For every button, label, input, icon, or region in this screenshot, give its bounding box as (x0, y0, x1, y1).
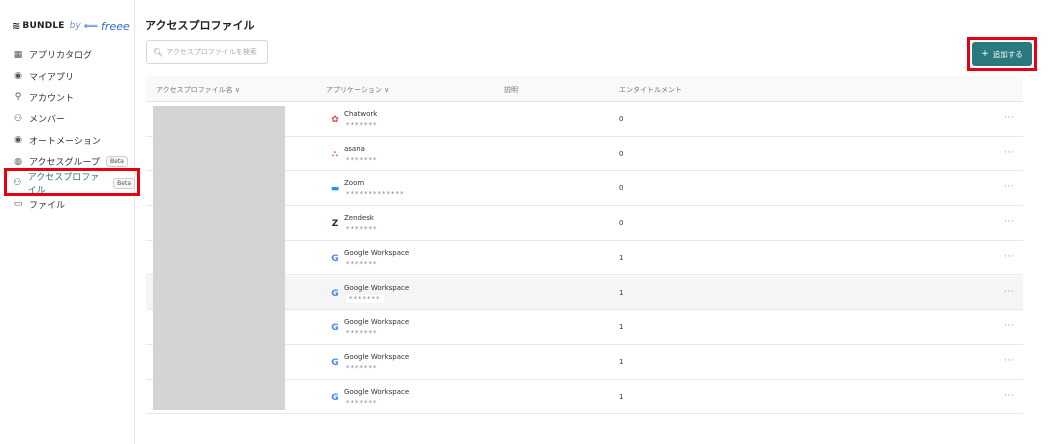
redacted-profile-names (153, 106, 285, 410)
more-options-icon[interactable]: ··· (1004, 321, 1014, 331)
app-name: asana (344, 144, 365, 153)
logo-by-text: by (69, 21, 81, 31)
app-account: ************* (346, 190, 405, 199)
plug-icon: ⚲ (14, 92, 22, 103)
bundle-logo[interactable]: ≋ BUNDLE by ⟸ freee (12, 19, 130, 33)
sidebar-item-access-profile[interactable]: ⚇ アクセスプロファイル Beta (0, 172, 135, 197)
page-title: アクセスプロファイル (145, 19, 255, 32)
freee-logo-icon: ⟸ (83, 20, 99, 32)
app-account: ******* (346, 155, 378, 164)
group-icon: ◍ (14, 156, 22, 167)
folder-icon: ▭ (13, 199, 23, 210)
logo-freee-text: freee (101, 19, 130, 33)
sidebar-item-label: メンバー (29, 115, 66, 126)
beta-badge: Beta (106, 156, 128, 168)
app-name: Zoom (344, 179, 365, 188)
entitlement-count: 1 (619, 288, 624, 297)
members-icon: ⚇ (13, 113, 23, 124)
search-input[interactable] (166, 48, 267, 56)
more-options-icon[interactable]: ··· (1004, 148, 1014, 158)
entitlement-count: 1 (619, 253, 624, 262)
sidebar-item-label: オートメーション (29, 136, 101, 147)
google-logo-icon: G (331, 253, 339, 264)
sidebar-item-automation[interactable]: ◉ オートメーション (0, 130, 135, 151)
google-logo-icon: G (331, 357, 339, 368)
search-box[interactable]: 🔍︎ (146, 40, 268, 64)
entitlement-count: 1 (619, 323, 624, 332)
app-name: Google Workspace (344, 352, 410, 361)
sidebar-nav: ▦ アプリカタログ ◉ マイアプリ ⚲ アカウント ⚇ メンバー ◉ オートメー… (0, 44, 135, 215)
add-button[interactable]: + 追加する (972, 42, 1032, 66)
more-options-icon[interactable]: ··· (1004, 287, 1014, 297)
sidebar-item-label: アクセスグループ (29, 158, 101, 169)
sidebar-item-label: アカウント (29, 93, 75, 104)
column-header-description: 説明 (504, 86, 518, 94)
app-name: Google Workspace (344, 248, 410, 257)
add-button-label: 追加する (992, 49, 1023, 59)
entitlement-count: 1 (619, 392, 624, 401)
sidebar: ≋ BUNDLE by ⟸ freee ▦ アプリカタログ ◉ マイアプリ ⚲ … (0, 0, 135, 444)
entitlement-count: 0 (619, 184, 624, 193)
entitlement-count: 1 (619, 357, 624, 366)
google-logo-icon: G (331, 323, 339, 334)
app-account: ******* (346, 398, 378, 407)
zendesk-logo-icon: Z (331, 219, 339, 230)
more-options-icon[interactable]: ··· (1004, 182, 1014, 192)
app-name: Google Workspace (344, 283, 410, 292)
google-logo-icon: G (331, 288, 339, 299)
sidebar-item-my-apps[interactable]: ◉ マイアプリ (0, 65, 135, 86)
my-app-icon: ◉ (14, 71, 22, 82)
app-account: ******* (346, 329, 378, 338)
sidebar-item-files[interactable]: ▭ ファイル (0, 194, 135, 215)
grid-icon: ▦ (13, 49, 23, 60)
app-account: ******* (346, 363, 378, 372)
app-name: Zendesk (344, 214, 374, 223)
profile-icon: ⚇ (13, 178, 22, 189)
entitlement-count: 0 (619, 219, 624, 228)
app-account: ******* (346, 259, 378, 268)
table-header: アクセスプロファイル名 ∨ アプリケーション ∨ 説明 エンタイトルメント (146, 76, 1023, 102)
column-header-application[interactable]: アプリケーション ∨ (326, 85, 389, 95)
app-name: Chatwork (344, 110, 378, 118)
sidebar-item-accounts[interactable]: ⚲ アカウント (0, 87, 135, 108)
more-options-icon[interactable]: ··· (1004, 252, 1014, 262)
more-options-icon[interactable]: ··· (1004, 356, 1014, 366)
automation-icon: ◉ (14, 135, 22, 146)
app-account: ******* (346, 225, 378, 234)
app-name: Google Workspace (344, 318, 410, 327)
sidebar-item-members[interactable]: ⚇ メンバー (0, 108, 135, 129)
column-header-entitlements: エンタイトルメント (619, 86, 682, 94)
google-logo-icon: G (331, 392, 339, 403)
sidebar-item-label: アクセスプロファイル (27, 173, 100, 197)
sidebar-item-label: マイアプリ (29, 72, 75, 83)
bundle-logo-icon: ≋ (12, 20, 21, 32)
app-account: ******* (346, 294, 384, 303)
asana-logo-icon: ∴ (331, 149, 339, 160)
more-options-icon[interactable]: ··· (1004, 217, 1014, 227)
app-name: Google Workspace (344, 387, 410, 396)
more-options-icon[interactable]: ··· (1004, 391, 1014, 401)
more-options-icon[interactable]: ··· (1004, 113, 1014, 123)
plus-icon: + (981, 49, 989, 59)
app-root: ≋ BUNDLE by ⟸ freee ▦ アプリカタログ ◉ マイアプリ ⚲ … (0, 0, 1057, 444)
column-header-profile-name[interactable]: アクセスプロファイル名 ∨ (156, 85, 240, 95)
sidebar-item-app-catalog[interactable]: ▦ アプリカタログ (0, 44, 135, 65)
zoom-logo-icon: ▬ (330, 184, 340, 195)
app-account: ******* (346, 121, 378, 129)
logo-bundle-text: BUNDLE (22, 21, 65, 31)
search-icon: 🔍︎ (153, 47, 164, 57)
entitlement-count: 0 (619, 115, 624, 123)
chatwork-logo-icon: ✿ (331, 115, 339, 125)
beta-badge: Beta (113, 177, 135, 189)
sidebar-item-label: ファイル (29, 200, 66, 211)
sidebar-item-label: アプリカタログ (29, 51, 93, 62)
entitlement-count: 0 (619, 149, 624, 158)
